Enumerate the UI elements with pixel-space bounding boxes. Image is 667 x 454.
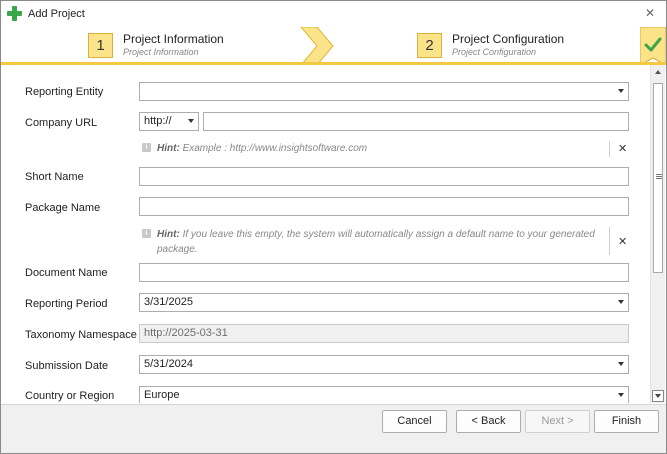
package-name-input[interactable]	[139, 197, 629, 216]
step-2-subtitle: Project Configuration	[452, 47, 537, 57]
info-icon: i	[142, 229, 151, 238]
document-name-input[interactable]	[139, 263, 629, 282]
url-hint-text: Hint: Example : http://www.insightsoftwa…	[157, 141, 597, 156]
chevron-down-icon	[618, 89, 624, 93]
info-icon: i	[142, 143, 151, 152]
url-hint-label: Hint:	[157, 143, 180, 154]
url-hint: i Hint: Example : http://www.insightsoft…	[140, 140, 630, 158]
reporting-entity-label: Reporting Entity	[25, 86, 104, 98]
url-protocol-value: http://	[144, 115, 172, 127]
country-region-label: Country or Region	[25, 390, 115, 402]
chevron-down-icon	[618, 300, 624, 304]
package-hint-label: Hint:	[157, 229, 180, 240]
document-name-label: Document Name	[25, 267, 108, 279]
taxonomy-namespace-label: Taxonomy Namespace	[25, 329, 137, 341]
window-title: Add Project	[28, 8, 85, 20]
dismiss-hint-icon[interactable]: ✕	[618, 142, 627, 155]
finish-button[interactable]: Finish	[594, 410, 659, 433]
grip-line	[656, 178, 662, 179]
grip-line	[656, 176, 662, 177]
step-separator-chevron-icon	[300, 27, 334, 65]
cancel-button[interactable]: Cancel	[382, 410, 447, 433]
scroll-down-button[interactable]	[652, 390, 664, 402]
step-1-subtitle: Project Information	[123, 47, 199, 57]
add-project-dialog: Add Project ✕ 1 Project Information Proj…	[0, 0, 667, 454]
back-button[interactable]: < Back	[456, 410, 521, 433]
chevron-down-icon	[188, 119, 194, 123]
reporting-period-value: 3/31/2025	[144, 296, 193, 308]
step-1-number: 1	[88, 33, 113, 58]
arrow-down-icon	[655, 394, 661, 398]
country-region-value: Europe	[144, 389, 180, 401]
short-name-label: Short Name	[25, 171, 84, 183]
package-hint: i Hint: If you leave this empty, the sys…	[140, 226, 630, 256]
reporting-period-label: Reporting Period	[25, 298, 108, 310]
short-name-input[interactable]	[139, 167, 629, 186]
add-plus-icon	[7, 6, 22, 21]
grip-line	[656, 174, 662, 175]
package-hint-text: Hint: If you leave this empty, the syste…	[157, 227, 597, 257]
submission-date-label: Submission Date	[25, 360, 109, 372]
close-icon[interactable]: ✕	[645, 6, 655, 20]
scroll-up-button[interactable]	[652, 66, 664, 78]
hint-divider	[609, 141, 610, 157]
check-icon	[640, 27, 666, 65]
arrow-up-icon	[655, 70, 661, 74]
taxonomy-namespace-input: http://2025-03-31	[139, 324, 629, 343]
dismiss-hint-icon[interactable]: ✕	[618, 235, 627, 248]
submission-date-value: 5/31/2024	[144, 358, 193, 370]
package-hint-body: If you leave this empty, the system will…	[157, 229, 595, 255]
chevron-down-icon	[618, 362, 624, 366]
package-name-label: Package Name	[25, 202, 101, 214]
country-region-dropdown[interactable]: Europe	[139, 386, 629, 403]
dialog-footer: Cancel < Back Next > Finish	[1, 404, 666, 453]
submission-date-dropdown[interactable]: 5/31/2024	[139, 355, 629, 374]
form-content: Reporting Entity Company URL http:// i H…	[2, 65, 650, 403]
title-bar: Add Project ✕	[1, 1, 666, 27]
hint-divider	[609, 227, 610, 255]
vertical-scrollbar[interactable]	[650, 65, 665, 403]
url-hint-body: Example : http://www.insightsoftware.com	[182, 143, 368, 154]
step-1-title[interactable]: Project Information	[123, 32, 224, 46]
scrollbar-thumb[interactable]	[653, 83, 663, 273]
reporting-entity-dropdown[interactable]	[139, 82, 629, 101]
chevron-down-icon	[618, 393, 624, 397]
reporting-period-dropdown[interactable]: 3/31/2025	[139, 293, 629, 312]
wizard-step-bar: 1 Project Information Project Informatio…	[1, 27, 666, 65]
step-2-number: 2	[417, 33, 442, 58]
next-button[interactable]: Next >	[525, 410, 590, 433]
url-protocol-dropdown[interactable]: http://	[139, 112, 199, 131]
company-url-label: Company URL	[25, 117, 98, 129]
step-2-title[interactable]: Project Configuration	[452, 32, 564, 46]
company-url-input[interactable]	[203, 112, 629, 131]
